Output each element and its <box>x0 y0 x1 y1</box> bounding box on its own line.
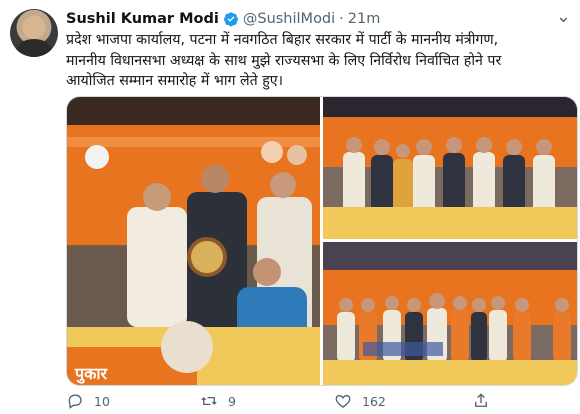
reply-button[interactable]: 10 <box>66 392 110 410</box>
separator: · <box>339 11 344 27</box>
retweet-count: 9 <box>228 393 236 409</box>
photo-ceremony[interactable]: पुकार <box>67 97 320 385</box>
verified-badge-icon <box>223 11 239 27</box>
more-icon[interactable]: ⌄ <box>556 6 572 27</box>
media-grid: पुकार <box>66 96 578 386</box>
tweet-card[interactable]: Sushil Kumar Modi @SushilModi · 21m ⌄ प्… <box>0 0 580 414</box>
tweet-header: Sushil Kumar Modi @SushilModi · 21m <box>66 9 380 29</box>
like-count: 162 <box>362 393 386 409</box>
action-bar: 10 9 162 <box>66 392 566 412</box>
photo-group-wide[interactable] <box>323 242 577 385</box>
tweet-text-line: आयोजित सम्मान समारोह में भाग लेते हुए। <box>66 73 283 89</box>
tweet-text-line: प्रदेश भाजपा कार्यालय, पटना में नवगठित ब… <box>66 32 499 48</box>
banner-text: पुकार <box>74 364 109 384</box>
avatar-figure <box>16 39 52 57</box>
author-name[interactable]: Sushil Kumar Modi <box>66 11 219 27</box>
like-button[interactable]: 162 <box>334 392 386 410</box>
heart-icon <box>335 394 351 408</box>
avatar[interactable] <box>10 9 58 57</box>
photo-group-stage[interactable] <box>323 97 577 239</box>
reply-icon <box>68 394 82 409</box>
tweet-text-line: माननीय विधानसभा अध्यक्ष के साथ मुझे राज्… <box>66 52 502 69</box>
timestamp[interactable]: 21m <box>348 11 381 27</box>
retweet-icon <box>201 396 217 406</box>
share-button[interactable] <box>472 392 500 410</box>
share-icon <box>475 393 487 407</box>
reply-count: 10 <box>94 393 110 409</box>
retweet-button[interactable]: 9 <box>200 392 236 410</box>
tweet-text: प्रदेश भाजपा कार्यालय, पटना में नवगठित ब… <box>66 30 571 92</box>
author-handle[interactable]: @SushilModi <box>243 11 335 27</box>
